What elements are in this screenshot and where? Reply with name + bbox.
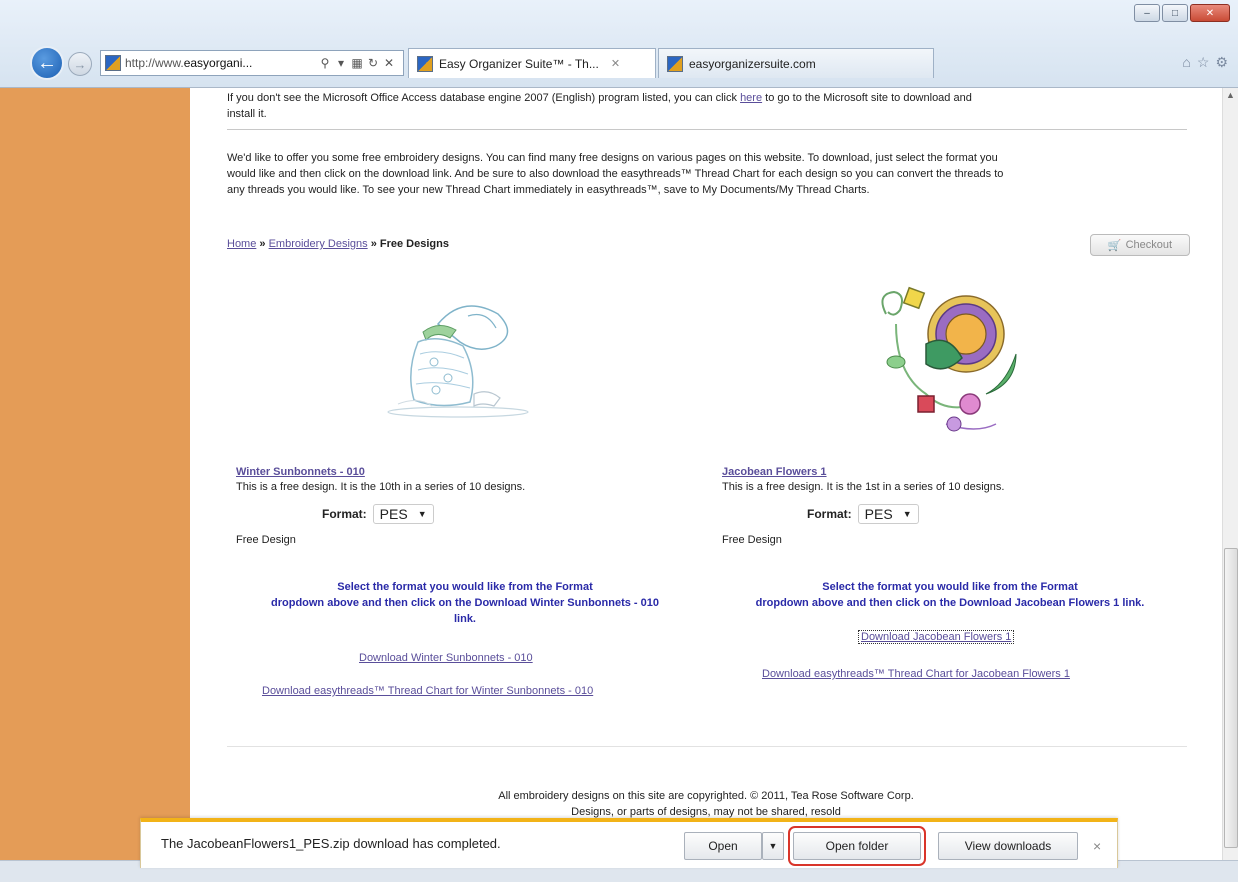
checkout-label: Checkout — [1125, 239, 1173, 251]
winter-sunbonnets-image[interactable] — [378, 284, 538, 424]
open-button[interactable]: Open — [684, 832, 762, 860]
access-note-text-2: to go to the Microsoft site to download … — [762, 92, 972, 104]
tab-favicon-icon — [417, 55, 433, 72]
instruction-line: Select the format you would like from th… — [822, 581, 1078, 593]
cart-icon: 🛒 — [1107, 239, 1122, 252]
here-link[interactable]: here — [740, 92, 762, 104]
free-design-label: Free Design — [722, 534, 782, 546]
design-description: This is a free design. It is the 10th in… — [236, 481, 526, 493]
tab-label: Easy Organizer Suite™ - Th... — [439, 56, 599, 71]
home-icon[interactable]: ⌂ — [1182, 54, 1190, 71]
divider — [227, 129, 1187, 130]
download-notification-bar: The JacobeanFlowers1_PES.zip download ha… — [140, 818, 1118, 868]
view-downloads-label: View downloads — [964, 839, 1052, 853]
download-message: The JacobeanFlowers1_PES.zip download ha… — [161, 836, 501, 851]
access-note-text: If you don't see the Microsoft Office Ac… — [227, 92, 741, 104]
checkout-button[interactable]: 🛒 Checkout — [1090, 234, 1190, 256]
copyright-notice: All embroidery designs on this site are … — [190, 788, 1222, 820]
offer-line-1: We'd like to offer you some free embroid… — [227, 152, 998, 164]
view-downloads-button[interactable]: View downloads — [938, 832, 1078, 860]
close-tab-icon[interactable]: ✕ — [611, 57, 620, 70]
format-row: Format: PES ▼ — [807, 504, 919, 524]
breadcrumb-current: Free Designs — [379, 238, 449, 250]
stop-icon[interactable]: ✕ — [383, 56, 395, 70]
compatibility-view-icon[interactable]: ▦ — [351, 56, 363, 70]
format-value: PES — [864, 506, 893, 522]
format-value: PES — [379, 506, 408, 522]
page-content: If you don't see the Microsoft Office Ac… — [190, 88, 1222, 870]
breadcrumb-separator: » — [259, 238, 266, 250]
tab-easyorganizersuite[interactable]: easyorganizersuite.com — [658, 48, 934, 78]
address-bar[interactable]: http://www.easyorgani... ⚲ ▾ ▦ ↻ ✕ — [100, 50, 404, 76]
maximize-button[interactable]: □ — [1162, 4, 1188, 22]
instruction-line: link. — [453, 613, 476, 625]
offer-line-2: would like and then click on the downloa… — [227, 168, 1004, 180]
url-host: easyorgani... — [183, 56, 253, 70]
free-design-label: Free Design — [236, 534, 296, 546]
copyright-line: All embroidery designs on this site are … — [498, 790, 914, 802]
window-controls: – □ ✕ — [1134, 4, 1230, 22]
breadcrumb-embroidery[interactable]: Embroidery Designs — [269, 238, 368, 250]
download-thread-chart-link[interactable]: Download easythreads™ Thread Chart for W… — [262, 685, 593, 697]
chevron-down-icon: ▼ — [902, 509, 912, 519]
arrow-right-icon: → — [73, 56, 87, 72]
design-name-jacobean-flowers[interactable]: Jacobean Flowers 1 — [722, 466, 827, 478]
divider — [227, 746, 1187, 747]
tab-favicon-icon — [667, 55, 683, 72]
vertical-scrollbar[interactable]: ▲ — [1222, 88, 1238, 870]
toolbar-icons: ⌂ ☆ ⚙ — [1182, 54, 1228, 71]
forward-button[interactable]: → — [68, 52, 92, 76]
open-label: Open — [708, 839, 738, 853]
breadcrumb-home[interactable]: Home — [227, 238, 256, 250]
copyright-line: Designs, or parts of designs, may not be… — [571, 806, 841, 818]
jacobean-flowers-image[interactable] — [866, 284, 1036, 449]
open-options-dropdown[interactable]: ▼ — [762, 832, 784, 860]
breadcrumb: Home » Embroidery Designs » Free Designs — [227, 238, 449, 250]
browser-titlebar: – □ ✕ ← → http://www.easyorgani... ⚲ ▾ ▦… — [0, 0, 1238, 88]
gear-icon[interactable]: ⚙ — [1215, 54, 1228, 71]
site-favicon-icon — [105, 55, 121, 71]
scroll-up-arrow-icon[interactable]: ▲ — [1226, 90, 1235, 100]
scrollbar-thumb[interactable] — [1224, 548, 1238, 848]
format-label: Format: — [322, 507, 367, 521]
download-design-link[interactable]: Download Winter Sunbonnets - 010 — [359, 652, 533, 664]
arrow-left-icon: ← — [37, 51, 57, 74]
url-prefix: http://www. — [125, 56, 184, 70]
favorites-star-icon[interactable]: ☆ — [1197, 54, 1210, 71]
instruction-line: Select the format you would like from th… — [337, 581, 593, 593]
offer-paragraph: We'd like to offer you some free embroid… — [227, 150, 1207, 198]
instruction-line: dropdown above and then click on the Dow… — [755, 597, 1145, 609]
format-label: Format: — [807, 507, 852, 521]
close-icon[interactable]: × — [1093, 838, 1101, 854]
design-name-winter-sunbonnets[interactable]: Winter Sunbonnets - 010 — [236, 466, 365, 478]
download-thread-chart-link[interactable]: Download easythreads™ Thread Chart for J… — [762, 668, 1070, 680]
back-button[interactable]: ← — [30, 46, 64, 80]
breadcrumb-separator: » — [370, 238, 377, 250]
design-instruction: Select the format you would like from th… — [230, 579, 700, 627]
minimize-button[interactable]: – — [1134, 4, 1160, 22]
offer-line-3: any threads you would like. To see your … — [227, 184, 870, 196]
design-instruction: Select the format you would like from th… — [710, 579, 1190, 611]
dropdown-icon[interactable]: ▾ — [335, 56, 347, 70]
instruction-line: dropdown above and then click on the Dow… — [271, 597, 659, 609]
access-note-line2: install it. — [227, 108, 267, 120]
tab-easy-organizer[interactable]: Easy Organizer Suite™ - Th... ✕ — [408, 48, 656, 78]
search-icon[interactable]: ⚲ — [319, 56, 331, 70]
url-text[interactable]: http://www.easyorgani... — [125, 56, 315, 70]
open-folder-highlight — [788, 826, 926, 866]
format-select[interactable]: PES ▼ — [857, 504, 919, 524]
tab-label: easyorganizersuite.com — [689, 56, 816, 71]
format-row: Format: PES ▼ — [322, 504, 434, 524]
chevron-down-icon: ▼ — [417, 509, 427, 519]
download-design-link[interactable]: Download Jacobean Flowers 1 — [858, 630, 1015, 644]
close-window-button[interactable]: ✕ — [1190, 4, 1230, 22]
page-left-sidebar — [0, 88, 190, 870]
refresh-icon[interactable]: ↻ — [367, 56, 379, 70]
design-description: This is a free design. It is the 1st in … — [722, 481, 1005, 493]
format-select[interactable]: PES ▼ — [372, 504, 434, 524]
access-note: If you don't see the Microsoft Office Ac… — [227, 90, 1207, 122]
chevron-down-icon: ▼ — [768, 841, 778, 851]
